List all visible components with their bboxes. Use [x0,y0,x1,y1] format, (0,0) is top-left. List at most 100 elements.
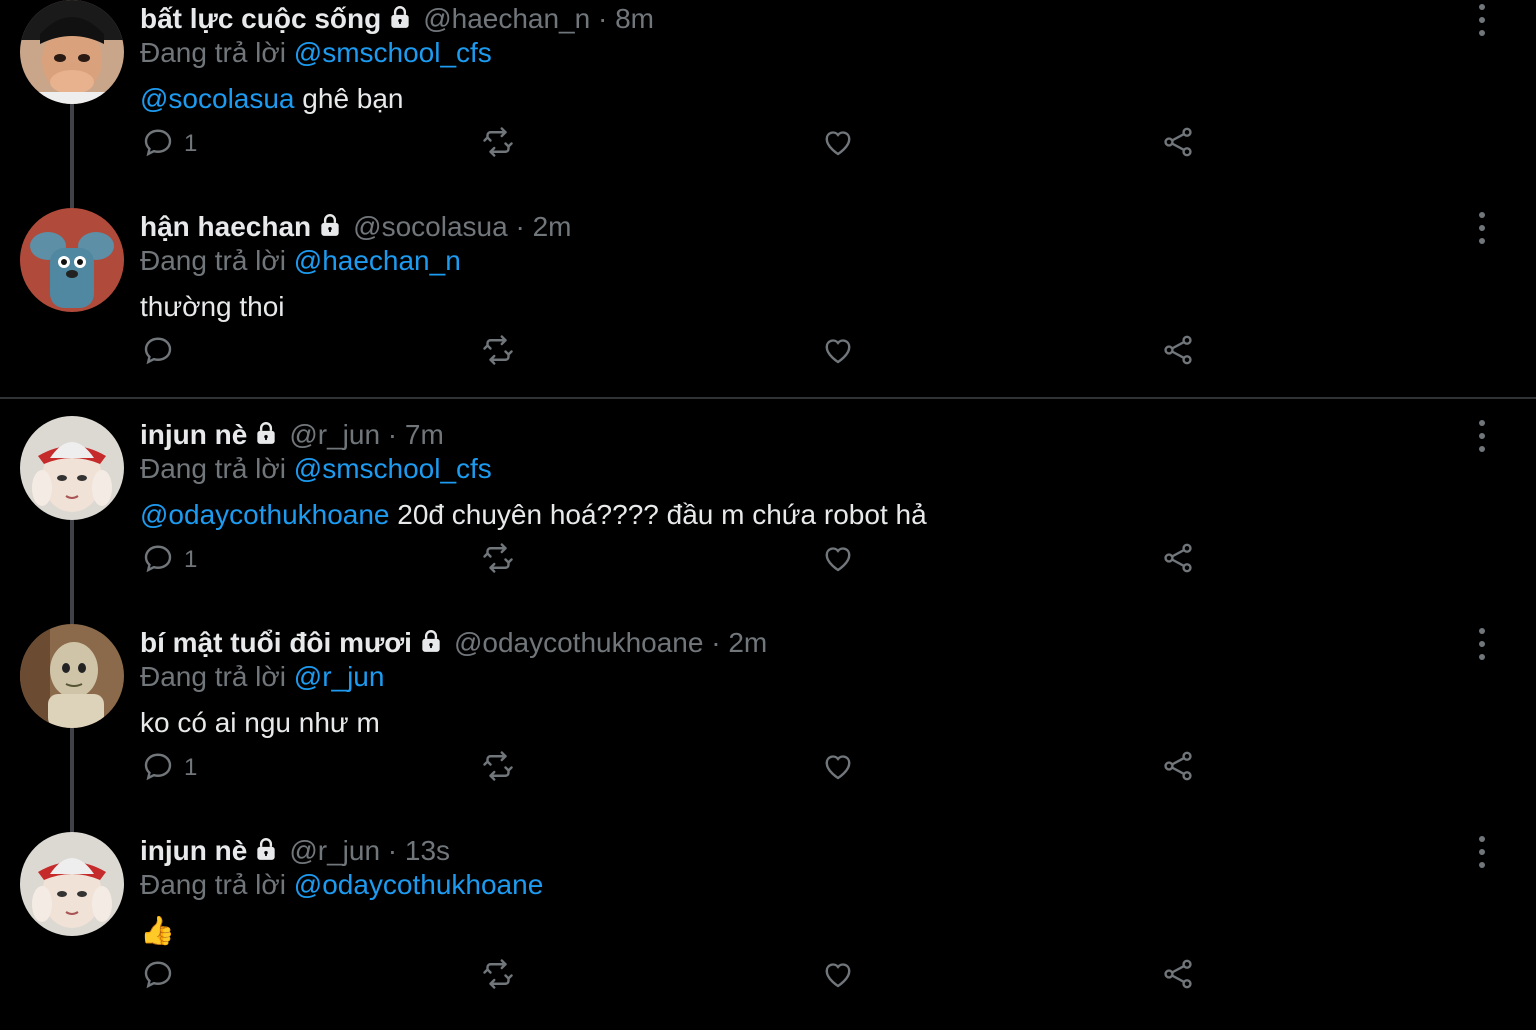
lock-icon [317,212,343,246]
body-text: ghê bạn [294,83,404,114]
timestamp[interactable]: 13s [405,835,450,866]
body-mention[interactable]: @odaycothukhoane [140,499,390,530]
reply-button[interactable]: 1 [140,124,197,164]
reply-icon [140,332,176,373]
tweet-actions: 1 [140,540,1240,580]
tweet-header: hận haechan @socolasua · 2m [140,210,571,244]
tweet-text: thường thoi [140,290,285,324]
replying-to-mention[interactable]: @smschool_cfs [294,453,492,484]
body-mention[interactable]: @socolasua [140,83,295,114]
replying-to: Đang trả lời @odaycothukhoane [140,868,543,902]
replying-to: Đang trả lời @haechan_n [140,244,461,278]
avatar[interactable] [20,208,124,312]
tweet-header: injun nè @r_jun · 7m [140,418,444,452]
tweet-actions [140,956,1240,996]
share-button[interactable] [1160,332,1196,372]
timestamp[interactable]: 2m [533,211,572,242]
thread-line [70,520,74,624]
separator: · [387,835,398,866]
tweet-header: bí mật tuổi đôi mươi @odaycothukhoane · 2… [140,626,767,660]
lock-icon [418,628,444,662]
body-text: ko có ai ngu như m [140,707,380,738]
like-button[interactable] [820,540,856,580]
handle[interactable]: @odaycothukhoane [454,627,704,658]
timestamp[interactable]: 2m [728,627,767,658]
replying-to-mention[interactable]: @odaycothukhoane [294,869,544,900]
tweet-text: @odaycothukhoane 20đ chuyên hoá???? đầu … [140,498,927,532]
avatar[interactable] [20,416,124,520]
separator: · [387,419,398,450]
timestamp[interactable]: 7m [405,419,444,450]
avatar[interactable] [20,0,124,104]
avatar[interactable] [20,624,124,728]
body-text: 👍 [140,915,175,946]
like-button[interactable] [820,748,856,788]
reply-icon [140,748,176,789]
retweet-button[interactable] [480,956,516,996]
retweet-button[interactable] [480,124,516,164]
reply-button[interactable]: 1 [140,748,197,788]
retweet-button[interactable] [480,748,516,788]
like-button[interactable] [820,332,856,372]
handle[interactable]: @r_jun [289,835,380,866]
tweet-actions [140,332,1240,372]
retweet-icon [480,748,516,789]
avatar[interactable] [20,832,124,936]
retweet-icon [480,124,516,165]
reply-count: 1 [184,546,198,573]
share-button[interactable] [1160,748,1196,788]
replying-to: Đang trả lời @smschool_cfs [140,452,492,486]
tweet-text: ko có ai ngu như m [140,706,380,740]
tweet-header: bất lực cuộc sống @haechan_n · 8m [140,2,654,36]
lock-icon [387,4,413,38]
retweet-icon [480,956,516,997]
share-button[interactable] [1160,956,1196,996]
share-button[interactable] [1160,540,1196,580]
display-name[interactable]: injun nè [140,835,247,866]
replying-to-mention[interactable]: @r_jun [294,661,385,692]
display-name[interactable]: hận haechan [140,211,311,242]
thread-line [70,104,74,208]
more-icon[interactable] [1468,628,1496,660]
more-icon[interactable] [1468,4,1496,36]
share-button[interactable] [1160,124,1196,164]
handle[interactable]: @socolasua [353,211,508,242]
replying-to-label: Đang trả lời [140,453,286,484]
body-text: thường thoi [140,291,285,322]
retweet-button[interactable] [480,540,516,580]
reply-button[interactable]: 1 [140,540,197,580]
replying-to-mention[interactable]: @smschool_cfs [294,37,492,68]
tweet-actions: 1 [140,124,1240,164]
more-icon[interactable] [1468,212,1496,244]
reply-count: 1 [184,754,198,781]
share-icon [1160,332,1196,373]
like-icon [820,332,856,373]
more-icon[interactable] [1468,420,1496,452]
replying-to-label: Đang trả lời [140,37,286,68]
like-icon [820,124,856,165]
separator: · [711,627,721,658]
more-icon[interactable] [1468,836,1496,868]
tweet-text: @socolasua ghê bạn [140,82,404,116]
lock-icon [253,420,279,454]
tweet-text: 👍 [140,914,175,948]
replying-to: Đang trả lời @smschool_cfs [140,36,492,70]
like-button[interactable] [820,124,856,164]
display-name[interactable]: bí mật tuổi đôi mươi [140,627,412,658]
share-icon [1160,748,1196,789]
reply-icon [140,124,176,165]
handle[interactable]: @r_jun [289,419,380,450]
timestamp[interactable]: 8m [615,3,654,34]
display-name[interactable]: injun nè [140,419,247,450]
body-text: 20đ chuyên hoá???? đầu m chứa robot hả [389,499,927,530]
reply-icon [140,540,176,581]
replying-to-mention[interactable]: @haechan_n [294,245,461,276]
reply-button[interactable] [140,956,184,996]
handle[interactable]: @haechan_n [423,3,590,34]
reply-button[interactable] [140,332,184,372]
like-button[interactable] [820,956,856,996]
retweet-button[interactable] [480,332,516,372]
display-name[interactable]: bất lực cuộc sống [140,3,381,34]
like-icon [820,956,856,997]
reply-count: 1 [184,130,198,157]
